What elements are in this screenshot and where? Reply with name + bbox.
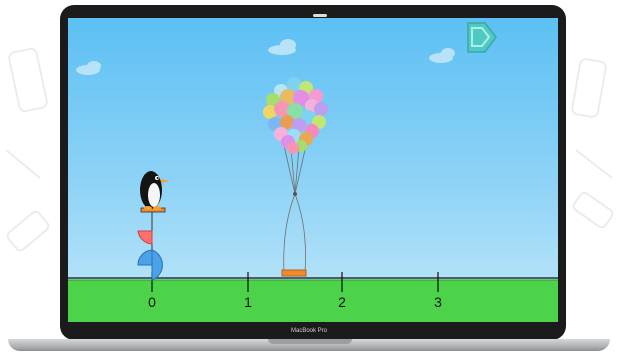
penguin-icon[interactable] (140, 171, 169, 210)
tick-label-1: 1 (244, 294, 252, 310)
blue-half-circle[interactable] (151, 249, 163, 281)
next-button[interactable] (467, 22, 497, 53)
tick-label-2: 2 (338, 294, 346, 310)
camera-notch (313, 14, 327, 17)
grass-ground (68, 280, 558, 322)
balloon-bunch-icon[interactable] (263, 77, 328, 154)
red-quarter-circle[interactable] (137, 230, 153, 245)
clouds (76, 39, 455, 75)
tick-label-3: 3 (434, 294, 442, 310)
laptop-notch (268, 339, 352, 344)
balloon-platform[interactable] (281, 269, 307, 277)
blue-quarter-circle[interactable] (137, 249, 153, 266)
game-screen: 0 1 2 3 (68, 18, 558, 322)
balloon-knot (293, 192, 297, 196)
game-scene (68, 22, 558, 322)
tick-label-0: 0 (148, 294, 156, 310)
device-label: MacBook Pro (290, 328, 327, 334)
shape-stack[interactable] (137, 208, 163, 281)
